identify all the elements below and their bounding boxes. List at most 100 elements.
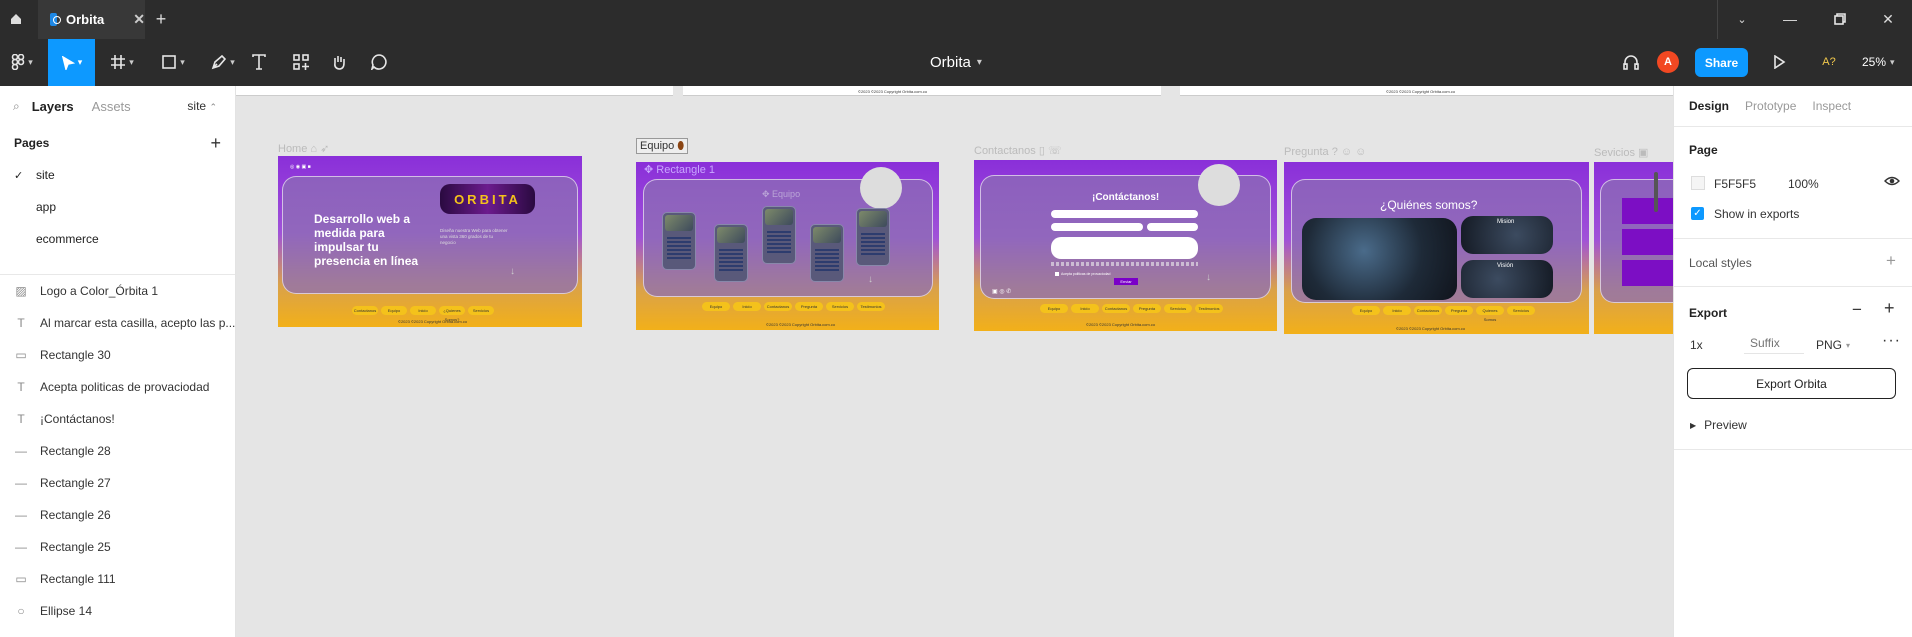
page-item[interactable]: ✓ site [0, 159, 235, 191]
nav-pill[interactable]: Inicio [1383, 306, 1411, 315]
frame-home[interactable]: ◎ ◉ ▣ ■ Desarrollo web a medida para imp… [278, 156, 582, 327]
frame-label-home[interactable]: Home ⌂ ➶ [278, 142, 329, 155]
layer-item[interactable]: T Acepta politicas de provaciodad [0, 371, 235, 403]
tab-layers[interactable]: Layers [32, 99, 74, 114]
frame-label-contactanos[interactable]: Contactanos ▯ ☏ [974, 144, 1062, 157]
nav-pill[interactable]: Inicio [410, 306, 436, 315]
layer-item[interactable]: — Rectangle 25 [0, 531, 235, 563]
nav-pill[interactable]: Servicios [468, 306, 494, 315]
name-field[interactable] [1051, 210, 1198, 218]
frame-label-servicios[interactable]: Sevicios ▣ [1594, 146, 1648, 159]
nav-pill[interactable]: Equipo [1352, 306, 1380, 315]
submit-button[interactable]: Enviar [1114, 278, 1138, 285]
nav-pill[interactable]: Equipo [702, 302, 730, 311]
eye-icon[interactable] [1884, 173, 1902, 191]
frame-servicios[interactable] [1594, 162, 1673, 334]
close-window-icon[interactable]: ✕ [1877, 8, 1899, 30]
frame-label-pregunta[interactable]: Pregunta ? ☺ ☺ [1284, 146, 1366, 158]
export-button[interactable]: Export Orbita [1687, 368, 1896, 399]
layer-item[interactable]: — Rectangle 28 [0, 435, 235, 467]
layer-item[interactable]: T Al marcar esta casilla, acepto las p... [0, 307, 235, 339]
nav-pill[interactable]: Equipo [1040, 304, 1068, 313]
frame-contactanos[interactable]: ¡Contáctanos! Acepta politicas de provac… [974, 160, 1277, 331]
home-icon[interactable] [5, 8, 27, 30]
layer-item[interactable]: ▭ Rectangle 111 [0, 563, 235, 595]
layer-item[interactable]: ▭ Rectangle 30 [0, 339, 235, 371]
layer-item[interactable]: ○ Ellipse 14 [0, 595, 235, 627]
export-scale[interactable]: 1x [1690, 338, 1703, 352]
page-selector[interactable]: site ⌃ [187, 99, 217, 113]
shape-tool-button[interactable]: ▾ [155, 51, 191, 73]
nav-pill[interactable]: Pregunta [1445, 306, 1473, 315]
privacy-checkbox-row[interactable]: Acepta politicas de provaciodad [1055, 272, 1110, 276]
frame-label-equipo[interactable]: Equipo ⬮ [636, 138, 689, 154]
nav-pill[interactable]: ¿Quienes Somos? [439, 306, 465, 322]
nav-pill[interactable]: Servicios [826, 302, 854, 311]
nav-pill[interactable]: Testimonios [1195, 304, 1223, 313]
remove-export-icon[interactable]: − [1852, 300, 1862, 320]
page-color-opacity[interactable]: 100% [1788, 177, 1819, 191]
share-button[interactable]: Share [1695, 48, 1748, 77]
text-tool-button[interactable] [248, 51, 270, 73]
file-name-menu[interactable]: Orbita ▾ [930, 39, 982, 86]
search-icon[interactable]: ⌕ [13, 99, 20, 114]
page-item[interactable]: app [0, 191, 235, 223]
show-in-exports-checkbox[interactable]: ✓ [1691, 207, 1704, 220]
close-tab-icon[interactable]: ✕ [133, 11, 145, 28]
tab-prototype[interactable]: Prototype [1745, 99, 1796, 113]
pen-tool-button[interactable]: ▾ [205, 51, 241, 73]
nav-pill[interactable]: Testimonios [857, 302, 885, 311]
layer-item[interactable]: ▨ Logo a Color_Órbita 1 [0, 275, 235, 307]
resources-icon[interactable] [290, 51, 312, 73]
audio-headphones-icon[interactable] [1620, 51, 1642, 73]
accessibility-check-button[interactable]: A? [1818, 51, 1840, 73]
comment-tool-icon[interactable] [368, 51, 390, 73]
preview-toggle[interactable]: ▶ Preview [1690, 418, 1747, 432]
phone-field[interactable] [1147, 223, 1198, 231]
canvas[interactable]: ©2023 ©2023 Copyright Orbita.com.co ©202… [236, 86, 1673, 637]
restore-icon[interactable] [1829, 8, 1851, 30]
nav-pill[interactable]: Contactanos [764, 302, 792, 311]
nav-pill[interactable]: Servicios [1507, 306, 1535, 315]
export-suffix-input[interactable] [1744, 332, 1804, 354]
hand-tool-icon[interactable] [328, 51, 350, 73]
move-tool-button[interactable]: ▾ [48, 39, 95, 86]
frame-tool-button[interactable]: ▾ [104, 51, 140, 73]
nav-pill[interactable]: Pregunta [1133, 304, 1161, 313]
file-tab[interactable]: Orbita ✕ [38, 0, 145, 39]
nav-pill[interactable]: Contactanos [1414, 306, 1442, 315]
tab-design[interactable]: Design [1689, 99, 1729, 113]
chevron-down-icon[interactable]: ⌄ [1731, 8, 1753, 30]
nav-pill[interactable]: Contactanos [352, 306, 378, 315]
nav-pill[interactable]: Inicio [1071, 304, 1099, 313]
page-color-hex[interactable]: F5F5F5 [1714, 177, 1756, 191]
main-menu-button[interactable]: ▾ [6, 51, 38, 73]
tab-assets[interactable]: Assets [92, 99, 131, 114]
nav-pill[interactable]: Equipo [381, 306, 407, 315]
export-format-select[interactable]: PNG ▾ [1816, 338, 1850, 352]
minimize-icon[interactable]: — [1779, 8, 1801, 30]
more-options-icon[interactable]: ··· [1882, 332, 1901, 350]
nav-pill[interactable]: Contactanos [1102, 304, 1130, 313]
nav-pill[interactable]: Pregunta [795, 302, 823, 311]
layer-item[interactable]: T ¡Contáctanos! [0, 403, 235, 435]
checkbox[interactable] [1055, 272, 1059, 276]
tab-inspect[interactable]: Inspect [1812, 99, 1851, 113]
message-field[interactable] [1051, 237, 1198, 259]
layer-item[interactable]: — Rectangle 27 [0, 467, 235, 499]
frame-equipo[interactable]: ✥ Rectangle 1 ✥ Equipo ↓ Equipo Inicio Con… [636, 162, 939, 330]
new-tab-icon[interactable]: + [150, 8, 172, 30]
frame-pregunta[interactable]: ¿Quiénes somos? Mision Visión Equipo Inic… [1284, 162, 1589, 334]
present-play-icon[interactable] [1768, 51, 1790, 73]
avatar[interactable]: A [1657, 51, 1679, 73]
page-color-swatch[interactable] [1691, 176, 1705, 190]
add-page-icon[interactable]: + [210, 133, 221, 154]
nav-pill[interactable]: Inicio [733, 302, 761, 311]
scrollbar[interactable] [1654, 172, 1658, 212]
nav-pill[interactable]: Servicios [1164, 304, 1192, 313]
add-export-icon[interactable]: + [1884, 298, 1895, 319]
page-item[interactable]: ecommerce [0, 223, 235, 255]
zoom-menu[interactable]: 25% ▾ [1862, 51, 1895, 73]
layer-item[interactable]: — Rectangle 26 [0, 499, 235, 531]
nav-pill[interactable]: Quienes Somos [1476, 306, 1504, 322]
